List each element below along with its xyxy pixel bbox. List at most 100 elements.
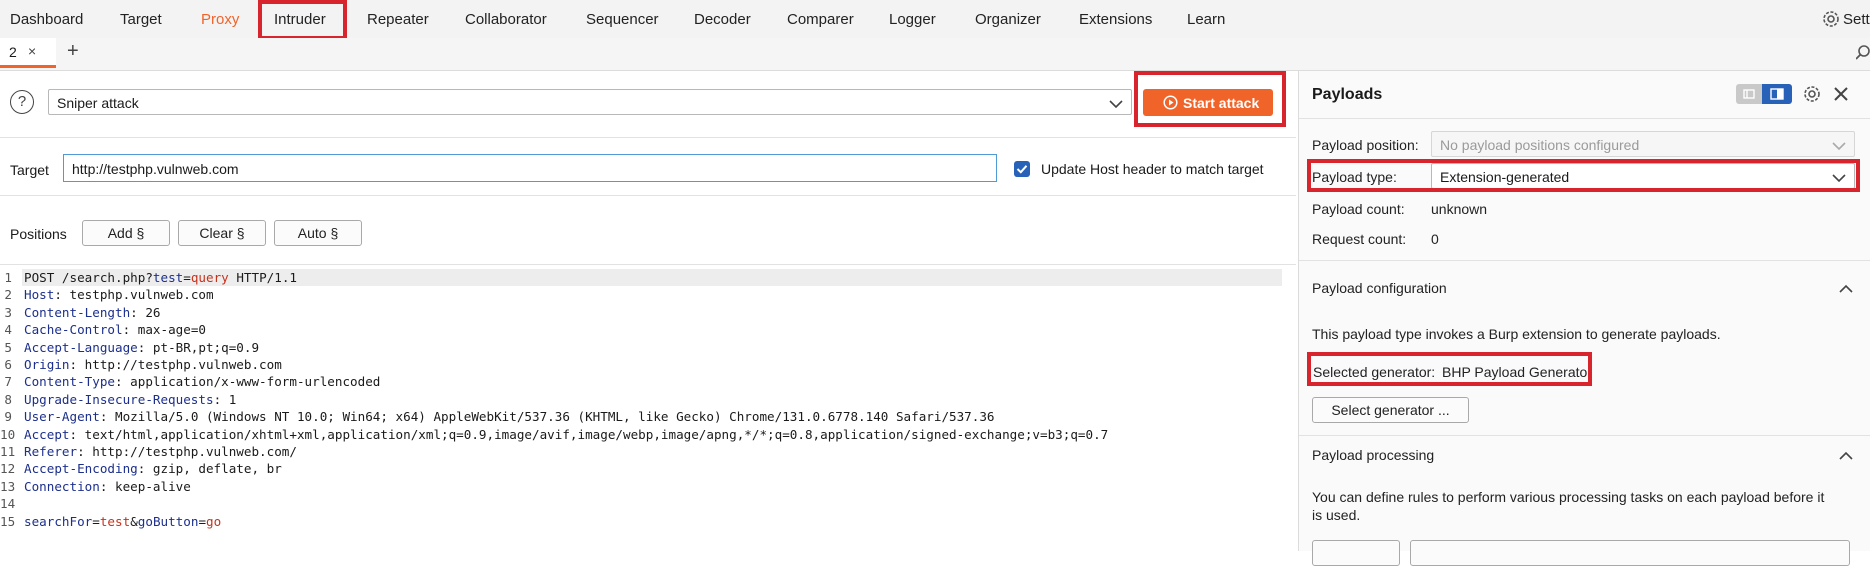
menu-sequencer[interactable]: Sequencer xyxy=(586,11,659,28)
menu-extensions[interactable]: Extensions xyxy=(1079,11,1152,28)
header-name: User-Agent xyxy=(24,409,100,425)
request-line[interactable]: 2 Host: testphp.vulnweb.com xyxy=(0,286,1296,303)
menu-organizer[interactable]: Organizer xyxy=(975,11,1041,28)
line-number: 5 xyxy=(4,339,12,355)
request-line[interactable]: 12 Accept-Encoding: gzip, deflate, br xyxy=(0,460,1296,477)
menu-learn[interactable]: Learn xyxy=(1187,11,1225,28)
line-content: Referer: http://testphp.vulnweb.com/ xyxy=(24,443,297,460)
text-token: : 1 xyxy=(213,391,237,407)
payload-position-value: No payload positions configured xyxy=(1440,137,1640,153)
request-line[interactable]: 6 Origin: http://testphp.vulnweb.com xyxy=(0,356,1296,373)
close-tab-icon[interactable]: × xyxy=(28,43,36,59)
header-name: searchFor xyxy=(24,513,93,529)
payload-configuration-title: Payload configuration xyxy=(1312,280,1447,296)
close-icon[interactable] xyxy=(1832,85,1850,103)
request-line[interactable]: 4 Cache-Control: max-age=0 xyxy=(0,321,1296,338)
chevron-up-icon[interactable] xyxy=(1839,449,1853,464)
help-icon[interactable]: ? xyxy=(10,90,34,114)
chevron-up-icon[interactable] xyxy=(1839,282,1853,297)
target-url-input[interactable]: http://testphp.vulnweb.com xyxy=(63,154,997,182)
header-name: Origin xyxy=(24,357,70,372)
request-line[interactable]: 10 Accept: text/html,application/xhtml+xm… xyxy=(0,426,1296,443)
chevron-down-icon xyxy=(1832,139,1846,154)
payloads-title: Payloads xyxy=(1312,86,1383,103)
line-number: 11 xyxy=(0,444,16,459)
parameter-value: query xyxy=(190,270,229,285)
main-menu-bar: Dashboard Target Proxy Intruder Repeater… xyxy=(0,0,1870,39)
line-content: Accept-Encoding: gzip, deflate, br xyxy=(24,460,282,477)
payload-count-value: unknown xyxy=(1431,201,1488,217)
start-attack-button[interactable]: Start attack xyxy=(1143,89,1273,116)
request-line[interactable]: 15 searchFor=test&goButton=go xyxy=(0,513,1296,530)
request-line[interactable]: 1 POST /search.php?test=query HTTP/1.1 xyxy=(0,269,1296,286)
add-marker-button[interactable]: Add § xyxy=(82,220,170,246)
text-token: = xyxy=(198,513,207,529)
settings-icon[interactable] xyxy=(1821,9,1841,29)
menu-comparer[interactable]: Comparer xyxy=(787,11,854,28)
request-line[interactable]: 13 Connection: keep-alive xyxy=(0,478,1296,495)
play-icon xyxy=(1163,95,1178,113)
text-token: : testphp.vulnweb.com xyxy=(54,287,214,303)
menu-decoder[interactable]: Decoder xyxy=(694,11,751,28)
tab-2-label: 2 xyxy=(9,44,17,60)
layout-list-icon[interactable] xyxy=(1736,84,1762,104)
menu-target[interactable]: Target xyxy=(120,11,162,28)
header-name: Accept xyxy=(24,426,70,442)
request-line[interactable]: 7 Content-Type: application/x-www-form-ur… xyxy=(0,373,1296,390)
request-line[interactable]: 8 Upgrade-Insecure-Requests: 1 xyxy=(0,391,1296,408)
clear-marker-button[interactable]: Clear § xyxy=(178,220,266,246)
attack-type-select[interactable]: Sniper attack xyxy=(48,89,1132,115)
request-line[interactable]: 11 Referer: http://testphp.vulnweb.com/ xyxy=(0,443,1296,460)
line-number: 6 xyxy=(4,357,12,372)
payload-processing-description: You can define rules to perform various … xyxy=(1312,489,1825,505)
payload-count-label: Payload count: xyxy=(1312,201,1405,217)
add-tab-icon[interactable]: + xyxy=(67,40,79,63)
payload-type-label: Payload type: xyxy=(1312,169,1397,185)
line-content: Upgrade-Insecure-Requests: 1 xyxy=(24,391,236,408)
gear-icon[interactable] xyxy=(1802,84,1822,104)
selected-generator-label: Selected generator: xyxy=(1313,364,1436,380)
auto-marker-button[interactable]: Auto § xyxy=(274,220,362,246)
header-name: Accept-Language xyxy=(24,339,138,355)
request-count-label: Request count: xyxy=(1312,231,1407,247)
line-content: Accept: text/html,application/xhtml+xml,… xyxy=(24,426,1108,443)
update-host-label[interactable]: Update Host header to match target xyxy=(1041,161,1264,177)
menu-proxy[interactable]: Proxy xyxy=(201,11,239,28)
update-host-checkbox[interactable] xyxy=(1014,161,1030,177)
text-token: : 26 xyxy=(130,304,161,320)
layout-split-icon[interactable] xyxy=(1762,84,1792,104)
divider xyxy=(1299,118,1870,119)
header-name: Content-Type xyxy=(24,374,115,390)
start-attack-label: Start attack xyxy=(1183,95,1260,111)
menu-intruder[interactable]: Intruder xyxy=(274,11,326,28)
line-content: Origin: http://testphp.vulnweb.com xyxy=(24,356,282,373)
line-content: searchFor=test&goButton=go xyxy=(24,513,221,530)
request-line[interactable]: 3 Content-Length: 26 xyxy=(0,304,1296,321)
text-token: & xyxy=(130,513,138,529)
request-line[interactable]: 5 Accept-Language: pt-BR,pt;q=0.9 xyxy=(0,339,1296,356)
positions-label: Positions xyxy=(10,226,67,242)
header-name: Content-Length xyxy=(24,304,131,320)
chevron-down-icon xyxy=(1109,97,1123,112)
menu-repeater[interactable]: Repeater xyxy=(367,11,429,28)
payload-configuration-description: This payload type invokes a Burp extensi… xyxy=(1312,326,1721,342)
menu-collaborator[interactable]: Collaborator xyxy=(465,11,547,28)
select-generator-button[interactable]: Select generator ... xyxy=(1312,397,1469,423)
payload-type-value: Extension-generated xyxy=(1440,169,1570,185)
request-line[interactable]: 9 User-Agent: Mozilla/5.0 (Windows NT 10.… xyxy=(0,408,1296,425)
menu-settings[interactable]: Setti xyxy=(1843,11,1870,28)
request-line[interactable]: 14 xyxy=(0,495,1296,512)
payloads-panel: Payloads Payload position: No payload po… xyxy=(1298,71,1870,566)
text-token: = xyxy=(92,513,100,529)
line-content: Connection: keep-alive xyxy=(24,478,191,495)
menu-logger[interactable]: Logger xyxy=(889,11,936,28)
menu-dashboard[interactable]: Dashboard xyxy=(10,11,83,28)
request-count-value: 0 xyxy=(1431,231,1439,247)
payload-processing-description-2: is used. xyxy=(1312,507,1361,523)
tab-2[interactable]: 2 × xyxy=(0,38,56,68)
text-token: : keep-alive xyxy=(99,478,191,494)
add-rule-button[interactable] xyxy=(1312,540,1400,566)
search-icon[interactable] xyxy=(1855,45,1870,61)
header-name: goButton xyxy=(137,513,199,529)
payload-type-select[interactable]: Extension-generated xyxy=(1431,163,1855,189)
